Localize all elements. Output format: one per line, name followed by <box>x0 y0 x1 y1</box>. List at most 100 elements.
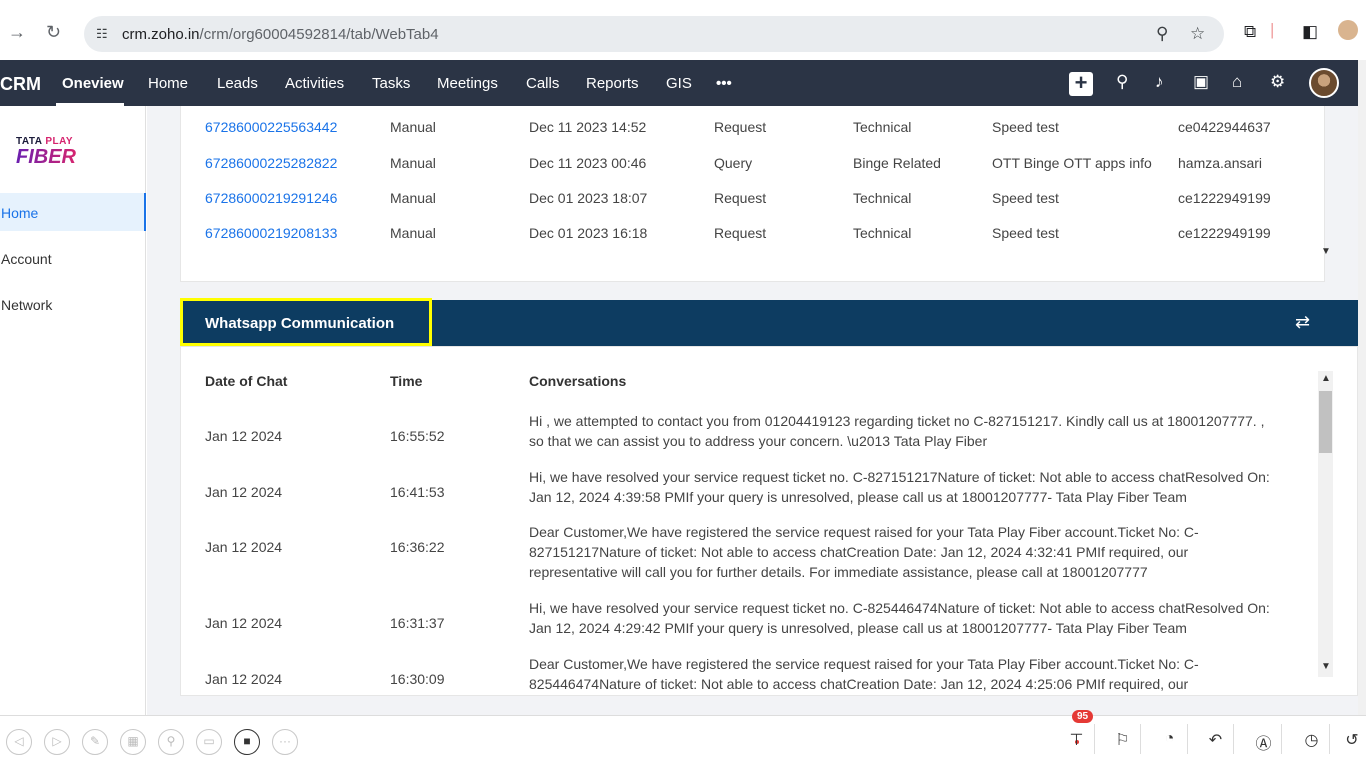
scroll-down-arrow-icon[interactable]: ▼ <box>1321 661 1331 672</box>
section-title: Whatsapp Communication <box>180 298 432 346</box>
ticket-category: Technical <box>853 119 912 135</box>
tab-activities[interactable]: Activities <box>285 75 344 92</box>
table-row: 67286000225282822 Manual Dec 11 2023 00:… <box>181 155 1301 175</box>
chat-message: Hi, we have resolved your service reques… <box>529 469 1270 505</box>
translate-icon[interactable]: Ⓐ <box>1246 724 1282 754</box>
pen-icon[interactable]: ✎ <box>82 729 108 755</box>
alarm-clock-icon[interactable]: ◷ <box>1294 724 1330 754</box>
ticket-type: Request <box>714 119 767 135</box>
ticket-subcategory: Speed test <box>992 190 1059 206</box>
whatsapp-chat-card: Date of Chat Time Conversations Jan 12 2… <box>180 346 1358 696</box>
extensions-icon[interactable]: ⧉ <box>1244 22 1256 42</box>
undo-icon[interactable]: ↶ <box>1198 724 1234 754</box>
chat-message: Hi , we attempted to contact you from 01… <box>529 413 1265 449</box>
table-row: 67286000219291246 Manual Dec 01 2023 18:… <box>181 190 1301 210</box>
table-row: 67286000219208133 Manual Dec 01 2023 16:… <box>181 225 1301 245</box>
profile-avatar[interactable] <box>1338 20 1358 40</box>
scroll-down-arrow-icon[interactable]: ▼ <box>1321 246 1331 257</box>
slides-icon[interactable]: ▦ <box>120 729 146 755</box>
chat-time: 16:30:09 <box>390 671 445 687</box>
chat-message: Hi, we have resolved your service reques… <box>529 600 1270 636</box>
reload-icon[interactable]: ↻ <box>46 22 61 43</box>
side-panel-icon[interactable]: ◧ <box>1302 22 1318 42</box>
tab-leads[interactable]: Leads <box>217 75 258 92</box>
settings-gear-icon[interactable]: ⚙ <box>1270 72 1285 92</box>
chat-time: 16:55:52 <box>390 428 445 444</box>
tab-tasks[interactable]: Tasks <box>372 75 410 92</box>
main-content: 67286000225563442 Manual Dec 11 2023 14:… <box>147 106 1358 715</box>
next-icon[interactable]: ▷ <box>44 729 70 755</box>
scroll-up-arrow-icon[interactable]: ▲ <box>1321 373 1331 384</box>
tab-meetings[interactable]: Meetings <box>437 75 498 92</box>
presentation-toolbar: ◁ ▷ ✎ ▦ ⚲ ▭ ■ ··· 95 ⊤ ⚐ ◔ ↶ Ⓐ ◷ ↺ <box>0 710 1366 761</box>
site-settings-icon[interactable]: ☷ <box>96 26 108 42</box>
marketplace-icon[interactable]: ⌂ <box>1232 72 1242 92</box>
scrollbar-thumb[interactable] <box>1319 391 1332 453</box>
chat-date: Jan 12 2024 <box>205 615 283 631</box>
more-tabs-icon[interactable]: ••• <box>716 75 732 92</box>
presentation-icon[interactable]: ⊤ <box>1059 724 1095 754</box>
sidebar-item-account[interactable]: Account <box>0 239 146 277</box>
chat-date: Jan 12 2024 <box>205 539 283 555</box>
tab-home[interactable]: Home <box>148 75 188 92</box>
address-bar[interactable]: ☷ crm.zoho.in/crm/org60004592814/tab/Web… <box>84 16 1224 52</box>
ticket-mode: Manual <box>390 155 436 171</box>
chat-time: 16:31:37 <box>390 615 445 631</box>
bookmark-star-icon[interactable]: ☆ <box>1190 24 1205 44</box>
page-scrollbar[interactable] <box>1358 60 1366 715</box>
zoom-icon[interactable]: ⚲ <box>1156 24 1168 44</box>
history-icon[interactable]: ↺ <box>1338 724 1366 754</box>
ticket-subcategory: Speed test <box>992 119 1059 135</box>
more-options-icon[interactable]: ··· <box>272 729 298 755</box>
announcement-icon[interactable]: ⚐ <box>1105 724 1141 754</box>
calendar-icon[interactable]: ▣ <box>1193 72 1209 92</box>
ticket-subcategory: Speed test <box>992 225 1059 241</box>
url-text: crm.zoho.in/crm/org60004592814/tab/WebTa… <box>122 26 439 43</box>
tab-gis[interactable]: GIS <box>666 75 692 92</box>
chat-time: 16:41:53 <box>390 484 445 500</box>
ticket-id-link[interactable]: 67286000225563442 <box>205 119 337 135</box>
chat-message: Dear Customer,We have registered the ser… <box>529 656 1199 692</box>
subtitles-icon[interactable]: ▭ <box>196 729 222 755</box>
ticket-id-link[interactable]: 67286000219208133 <box>205 225 337 241</box>
ticket-id-link[interactable]: 67286000225282822 <box>205 155 337 171</box>
ticket-id-link[interactable]: 67286000219291246 <box>205 190 337 206</box>
sidebar-item-network[interactable]: Network <box>0 285 146 323</box>
sidebar-item-home[interactable]: Home <box>0 193 146 231</box>
zoom-icon[interactable]: ⚲ <box>158 729 184 755</box>
ticket-user: ce1222949199 <box>1178 190 1271 206</box>
tickets-card: 67286000225563442 Manual Dec 11 2023 14:… <box>180 106 1331 282</box>
refresh-icon[interactable]: ⇄ <box>1295 312 1310 333</box>
column-header-conversations: Conversations <box>529 373 627 389</box>
ticket-user: ce0422944637 <box>1178 119 1271 135</box>
column-header-date: Date of Chat <box>205 373 288 389</box>
chat-message: Dear Customer,We have registered the ser… <box>529 524 1199 580</box>
camera-icon[interactable]: ■ <box>234 729 260 755</box>
user-avatar[interactable] <box>1309 68 1339 98</box>
ticket-user: hamza.ansari <box>1178 155 1263 171</box>
chat-date: Jan 12 2024 <box>205 484 283 500</box>
crm-top-nav: CRM Oneview Home Leads Activities Tasks … <box>0 60 1358 106</box>
tata-play-fiber-logo: TATA PLAY FIBER <box>16 136 76 168</box>
tab-reports[interactable]: Reports <box>586 75 639 92</box>
notification-bell-icon[interactable]: ♪ <box>1155 72 1164 92</box>
sidebar: TATA PLAY FIBER Home Account Network <box>0 106 146 715</box>
tab-oneview[interactable]: Oneview <box>62 75 124 92</box>
create-plus-button[interactable]: + <box>1069 72 1093 96</box>
ticket-date: Dec 11 2023 14:52 <box>529 119 647 135</box>
chart-icon[interactable]: ◔ <box>1152 724 1188 754</box>
whatsapp-section-header: Whatsapp Communication ⇄ <box>180 298 1358 346</box>
ticket-type: Request <box>714 190 767 206</box>
chat-scrollbar[interactable]: ▲ ▼ <box>1318 371 1333 677</box>
ticket-category: Technical <box>853 225 912 241</box>
forward-arrow-icon[interactable]: → <box>8 22 26 43</box>
search-icon[interactable]: ⚲ <box>1116 72 1128 92</box>
tab-calls[interactable]: Calls <box>526 75 559 92</box>
chat-date: Jan 12 2024 <box>205 428 283 444</box>
crm-brand[interactable]: CRM <box>0 74 41 95</box>
table-row: 67286000225563442 Manual Dec 11 2023 14:… <box>181 119 1301 139</box>
ticket-mode: Manual <box>390 225 436 241</box>
ticket-date: Dec 11 2023 00:46 <box>529 155 647 171</box>
previous-icon[interactable]: ◁ <box>6 729 32 755</box>
ticket-mode: Manual <box>390 190 436 206</box>
